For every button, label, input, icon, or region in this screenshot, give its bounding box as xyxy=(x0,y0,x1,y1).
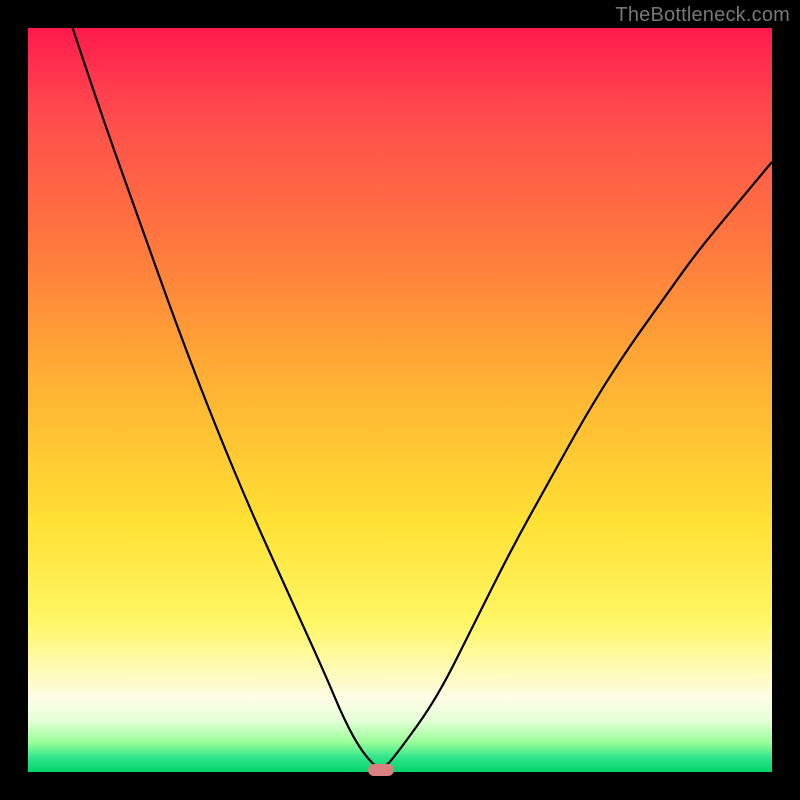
bottleneck-curve xyxy=(28,28,772,767)
curve-svg xyxy=(28,28,772,772)
minimum-marker xyxy=(368,764,394,776)
plot-area xyxy=(28,28,772,772)
watermark-text: TheBottleneck.com xyxy=(615,4,790,27)
chart-frame: TheBottleneck.com xyxy=(0,0,800,800)
